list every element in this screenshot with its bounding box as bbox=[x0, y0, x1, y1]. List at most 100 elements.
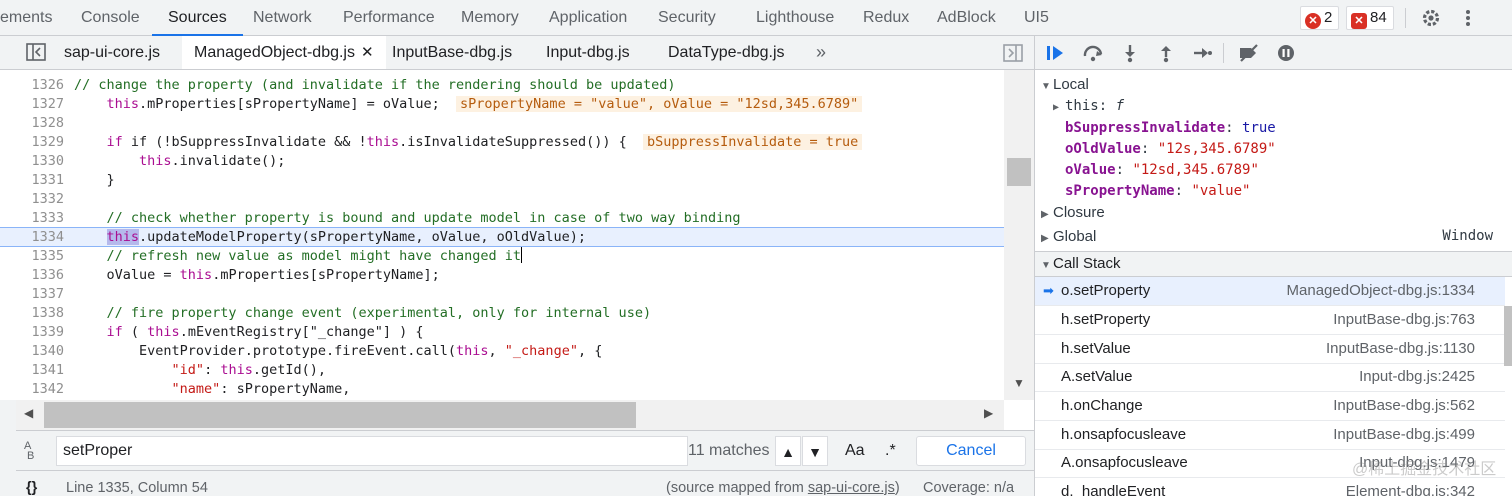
code-line[interactable]: 1342 "name": sPropertyName, bbox=[0, 380, 1004, 399]
line-number[interactable]: 1339 bbox=[0, 323, 64, 342]
search-prev-button[interactable]: ▲ bbox=[775, 436, 801, 466]
scope-global[interactable]: ▶ Global Window bbox=[1035, 226, 1512, 247]
tab-elements[interactable]: ements bbox=[0, 0, 52, 36]
search-next-button[interactable]: ▼ bbox=[802, 436, 828, 466]
file-tab-input[interactable]: Input-dbg.js bbox=[546, 36, 630, 69]
tab-redux[interactable]: Redux bbox=[863, 0, 909, 36]
frame-location[interactable]: InputBase-dbg.js:499 bbox=[1333, 421, 1475, 449]
step-out-icon[interactable] bbox=[1155, 43, 1177, 63]
line-number[interactable]: 1340 bbox=[0, 342, 64, 361]
frame-location[interactable]: Input-dbg.js:2425 bbox=[1359, 363, 1475, 391]
cancel-button[interactable]: Cancel bbox=[916, 436, 1026, 466]
regex-button[interactable]: .* bbox=[885, 436, 896, 466]
call-frame[interactable]: h.setValue InputBase-dbg.js:1130 bbox=[1035, 335, 1505, 364]
scroll-left-icon[interactable]: ◀ bbox=[24, 406, 33, 420]
line-number[interactable]: 1342 bbox=[0, 380, 64, 399]
step-icon[interactable] bbox=[1191, 43, 1213, 63]
code-line[interactable]: 1339 if ( this.mEventRegistry["_change"]… bbox=[0, 323, 1004, 342]
resume-icon[interactable] bbox=[1045, 43, 1067, 63]
call-stack-header[interactable]: ▼ Call Stack bbox=[1035, 251, 1512, 277]
line-number[interactable]: 1330 bbox=[0, 152, 64, 171]
editor-vertical-scrollbar[interactable]: ▼ bbox=[1004, 70, 1034, 400]
scroll-down-icon[interactable]: ▼ bbox=[1013, 376, 1025, 390]
code-line[interactable]: 1333 // check whether property is bound … bbox=[0, 209, 1004, 228]
tab-application[interactable]: Application bbox=[549, 0, 627, 36]
line-number[interactable]: 1327 bbox=[0, 95, 64, 114]
line-number[interactable]: 1336 bbox=[0, 266, 64, 285]
code-line[interactable]: 1330 this.invalidate(); bbox=[0, 152, 1004, 171]
code-line[interactable]: 1332 bbox=[0, 190, 1004, 209]
scrollbar-thumb[interactable] bbox=[44, 402, 636, 428]
match-case-button[interactable]: Aa bbox=[845, 436, 865, 466]
sidebar-scrollbar-thumb[interactable] bbox=[1504, 306, 1512, 366]
line-number[interactable]: 1328 bbox=[0, 114, 64, 133]
call-frame[interactable]: d._handleEvent Element-dbg.js:342 bbox=[1035, 478, 1505, 496]
line-number[interactable]: 1335 bbox=[0, 247, 64, 266]
scroll-right-icon[interactable]: ▶ bbox=[984, 406, 993, 420]
scope-closure[interactable]: ▶ Closure bbox=[1035, 202, 1512, 223]
pretty-print-icon[interactable]: {} bbox=[26, 471, 37, 496]
scope-var-this[interactable]: ▶ this: f bbox=[1035, 96, 1512, 117]
pause-on-exceptions-icon[interactable] bbox=[1275, 43, 1297, 63]
tab-console[interactable]: Console bbox=[81, 0, 140, 36]
scrollbar-thumb[interactable] bbox=[1007, 158, 1031, 186]
vertical-dots-icon[interactable] bbox=[1458, 8, 1478, 32]
more-tabs-chevron-icon[interactable]: » bbox=[816, 36, 826, 69]
deactivate-breakpoints-icon[interactable] bbox=[1237, 43, 1259, 63]
tab-ui5[interactable]: UI5 bbox=[1024, 0, 1049, 36]
code-line[interactable]: 1329 if if (!bSuppressInvalidate && !thi… bbox=[0, 133, 1004, 152]
line-number[interactable]: 1338 bbox=[0, 304, 64, 323]
file-tab-datatype[interactable]: DataType-dbg.js bbox=[668, 36, 785, 69]
frame-location[interactable]: Element-dbg.js:342 bbox=[1346, 478, 1475, 496]
tab-memory[interactable]: Memory bbox=[461, 0, 519, 36]
call-frame[interactable]: h.setProperty InputBase-dbg.js:763 bbox=[1035, 306, 1505, 335]
code-line[interactable]: 1340 EventProvider.prototype.fireEvent.c… bbox=[0, 342, 1004, 361]
code-line[interactable]: 1338 // fire property change event (expe… bbox=[0, 304, 1004, 323]
replace-toggle-icon[interactable]: A B bbox=[24, 441, 34, 462]
call-frame[interactable]: h.onsapfocusleave InputBase-dbg.js:499 bbox=[1035, 421, 1505, 450]
source-map-link[interactable]: sap-ui-core.js bbox=[808, 480, 895, 496]
gear-icon[interactable] bbox=[1420, 8, 1442, 32]
step-over-icon[interactable] bbox=[1082, 43, 1104, 63]
call-frame[interactable]: h.onChange InputBase-dbg.js:562 bbox=[1035, 392, 1505, 421]
code-line[interactable]: 1327 this.mProperties[sPropertyName] = o… bbox=[0, 95, 1004, 114]
line-number[interactable]: 1337 bbox=[0, 285, 64, 304]
toggle-navigator-icon[interactable] bbox=[26, 43, 46, 61]
issues-count-badge[interactable]: ✕ 84 bbox=[1346, 6, 1394, 30]
tab-lighthouse[interactable]: Lighthouse bbox=[756, 0, 834, 36]
file-tab-managedobject[interactable]: ManagedObject-dbg.js ✕ bbox=[182, 36, 386, 69]
line-number[interactable]: 1331 bbox=[0, 171, 64, 190]
code-line[interactable]: 1326 // change the property (and invalida… bbox=[0, 76, 1004, 95]
frame-location[interactable]: InputBase-dbg.js:562 bbox=[1333, 392, 1475, 420]
code-line[interactable]: 1335 // refresh new value as model might… bbox=[0, 247, 1004, 266]
close-icon[interactable]: ✕ bbox=[361, 44, 374, 61]
scope-local[interactable]: ▼ Local bbox=[1035, 74, 1512, 95]
search-input[interactable]: setProper bbox=[56, 436, 688, 466]
current-execution-line[interactable]: 1334 this.updateModelProperty(sPropertyN… bbox=[0, 227, 1004, 247]
scope-var[interactable]: bSuppressInvalidate: true bbox=[1035, 118, 1512, 139]
line-number[interactable]: 1332 bbox=[0, 190, 64, 209]
line-number[interactable]: 1333 bbox=[0, 209, 64, 228]
editor-horizontal-scrollbar[interactable]: ◀ ▶ bbox=[16, 400, 1004, 430]
toggle-debugger-icon[interactable] bbox=[1003, 44, 1023, 62]
line-number[interactable]: 1329 bbox=[0, 133, 64, 152]
code-editor[interactable]: 1326 // change the property (and invalida… bbox=[0, 70, 1034, 400]
code-line[interactable]: 1331 } bbox=[0, 171, 1004, 190]
tab-security[interactable]: Security bbox=[658, 0, 716, 36]
line-number[interactable]: 1334 bbox=[0, 228, 64, 247]
scope-var[interactable]: oValue: "12sd,345.6789" bbox=[1035, 160, 1512, 181]
code-line[interactable]: 1337 bbox=[0, 285, 1004, 304]
scope-var[interactable]: oOldValue: "12s,345.6789" bbox=[1035, 139, 1512, 160]
call-frame[interactable]: A.setValue Input-dbg.js:2425 bbox=[1035, 363, 1505, 392]
tab-performance[interactable]: Performance bbox=[343, 0, 435, 36]
code-line[interactable]: 1341 "id": this.getId(), bbox=[0, 361, 1004, 380]
tab-sources[interactable]: Sources bbox=[152, 0, 243, 36]
frame-location[interactable]: InputBase-dbg.js:763 bbox=[1333, 306, 1475, 334]
tab-network[interactable]: Network bbox=[253, 0, 312, 36]
step-into-icon[interactable] bbox=[1119, 43, 1141, 63]
tab-adblock[interactable]: AdBlock bbox=[937, 0, 996, 36]
file-tab-inputbase[interactable]: InputBase-dbg.js bbox=[392, 36, 512, 69]
line-number[interactable]: 1341 bbox=[0, 361, 64, 380]
line-number[interactable]: 1326 bbox=[0, 76, 64, 95]
code-line[interactable]: 1328 bbox=[0, 114, 1004, 133]
